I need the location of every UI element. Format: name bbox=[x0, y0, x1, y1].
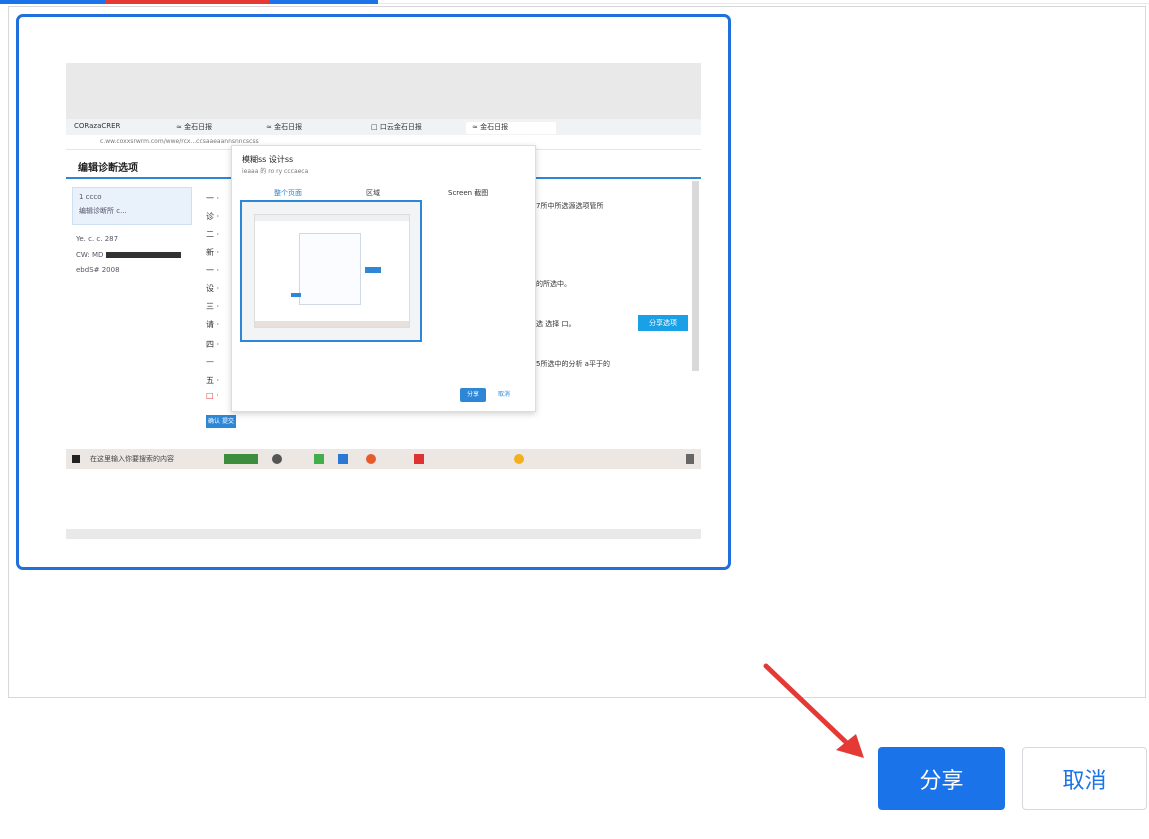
embedded-scrollbar bbox=[692, 181, 699, 371]
nested-screenshot bbox=[254, 214, 410, 328]
embedded-dialog-tab: 整个页面 bbox=[274, 189, 302, 197]
embedded-dialog-cancel: 取消 bbox=[498, 391, 511, 398]
embedded-dialog-thumbnail bbox=[240, 200, 422, 342]
sidebar-text: Ye. c. c. 287 bbox=[76, 235, 119, 243]
nested-taskbar bbox=[255, 321, 409, 327]
taskbar-app-icon bbox=[414, 454, 424, 464]
browser-tab: CORazaCRER bbox=[74, 122, 121, 130]
selected-screenshot-thumbnail[interactable]: CORazaCRER ≈ 金石日报 ≈ 金石日报 □ 口云金石日报 ≈ 金石日报… bbox=[16, 14, 731, 570]
share-button[interactable]: 分享 bbox=[878, 747, 1005, 810]
taskbar-app-icon bbox=[272, 454, 282, 464]
sidebar-text: ebdS# 2008 bbox=[76, 266, 120, 274]
embedded-form-label: 设 · bbox=[206, 284, 220, 293]
embedded-text: 的所选中。 bbox=[536, 280, 571, 288]
screenshot-browser-window: CORazaCRER ≈ 金石日报 ≈ 金石日报 □ 口云金石日报 ≈ 金石日报… bbox=[66, 119, 701, 529]
masked-value bbox=[106, 252, 181, 258]
nested-tabbar bbox=[255, 215, 409, 221]
tab-divider bbox=[378, 3, 1149, 4]
embedded-dialog-ok: 分享 bbox=[460, 388, 486, 402]
embedded-form-label: 三 · bbox=[206, 302, 220, 311]
taskbar-notification-icon bbox=[686, 454, 694, 464]
embedded-form-label: 四 · bbox=[206, 340, 220, 349]
embedded-form-label: 诊 · bbox=[206, 212, 220, 221]
active-tab-indicator bbox=[105, 0, 270, 4]
embedded-sidebar-card: 1 ccco 编辑诊断所 c... bbox=[72, 187, 192, 225]
browser-tab: □ 口云金石日报 bbox=[371, 123, 422, 131]
taskbar-app-icon bbox=[314, 454, 324, 464]
browser-tab: ≈ 金石日报 bbox=[176, 123, 213, 131]
taskbar-app-icon bbox=[366, 454, 376, 464]
embedded-form-label: 二 · bbox=[206, 230, 220, 239]
embedded-taskbar: 在这里输入你要搜索的内容 bbox=[66, 449, 701, 469]
taskbar-search-text: 在这里输入你要搜索的内容 bbox=[90, 455, 174, 463]
embedded-text: 选 选择 口。 bbox=[536, 320, 576, 328]
embedded-dialog-subtitle: ieaaa 的 ro ry cccaeca bbox=[242, 168, 309, 175]
embedded-dialog-tab: Screen 截图 bbox=[448, 189, 489, 197]
embedded-text: 7所中所选源选项管所 bbox=[536, 202, 604, 210]
red-arrow-icon bbox=[763, 663, 864, 758]
browser-tab: ≈ 金石日报 bbox=[472, 123, 509, 131]
taskbar-tray-icon bbox=[514, 454, 524, 464]
embedded-submit-button: 确认 提交 bbox=[206, 415, 236, 428]
embedded-form-label: 一 · bbox=[206, 266, 220, 275]
taskbar-app-icon bbox=[224, 454, 258, 464]
taskbar-app-icon bbox=[338, 454, 348, 464]
embedded-dialog-tab: 区域 bbox=[366, 189, 380, 197]
cancel-button[interactable]: 取消 bbox=[1022, 747, 1147, 810]
embedded-form-label: 一 · bbox=[206, 194, 220, 203]
embedded-cyan-button: 分享选项 bbox=[638, 315, 688, 331]
embedded-form-label: □ · bbox=[206, 391, 219, 400]
sidebar-text: CW: MD bbox=[76, 251, 104, 259]
embedded-form-label: — bbox=[206, 357, 214, 366]
embedded-page-title: 编辑诊断选项 bbox=[78, 163, 138, 174]
embedded-form-label: 请 · bbox=[206, 320, 220, 329]
sidebar-text: 编辑诊断所 c... bbox=[79, 207, 127, 215]
embedded-share-dialog: 模糊ss 设计ss ieaaa 的 ro ry cccaeca 整个页面 区域 … bbox=[231, 145, 536, 412]
embedded-dialog-title: 模糊ss 设计ss bbox=[242, 155, 294, 164]
preview-panel: CORazaCRER ≈ 金石日报 ≈ 金石日报 □ 口云金石日报 ≈ 金石日报… bbox=[8, 6, 1146, 698]
screenshot-image: CORazaCRER ≈ 金石日报 ≈ 金石日报 □ 口云金石日报 ≈ 金石日报… bbox=[66, 63, 701, 539]
browser-tab: ≈ 金石日报 bbox=[266, 123, 303, 131]
nested-button bbox=[291, 293, 301, 297]
nested-button bbox=[365, 267, 381, 273]
nested-dialog bbox=[299, 233, 361, 305]
address-text: c.ww.coxxsrwrm.com/wwe/rcx...ccsaaeaanns… bbox=[100, 138, 259, 145]
embedded-text: 5所选中的分析 a平于的 bbox=[536, 360, 610, 368]
windows-start-icon bbox=[72, 455, 80, 463]
sidebar-text: 1 ccco bbox=[79, 193, 102, 201]
browser-tab-strip: CORazaCRER ≈ 金石日报 ≈ 金石日报 □ 口云金石日报 ≈ 金石日报 bbox=[66, 119, 701, 135]
embedded-form-label: 新 · bbox=[206, 248, 220, 257]
embedded-form-label: 五 · bbox=[206, 376, 220, 385]
